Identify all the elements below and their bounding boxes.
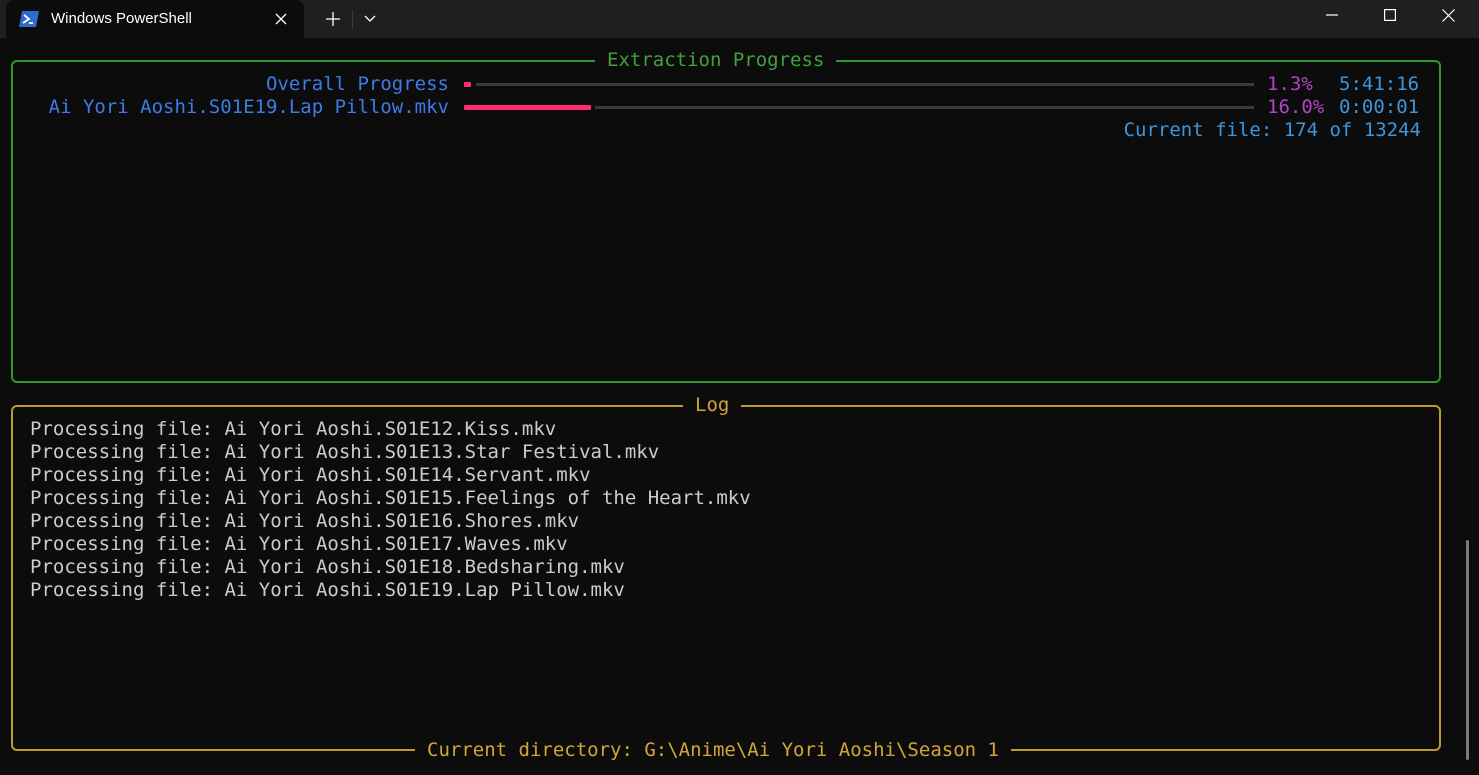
file-progress-time: 0:00:01	[1339, 96, 1420, 118]
tab-close-button[interactable]	[268, 6, 294, 32]
file-progress-percent: 16.0%	[1267, 96, 1325, 118]
current-directory: Current directory: G:\Anime\Ai Yori Aosh…	[415, 738, 1011, 762]
maximize-icon	[1384, 9, 1396, 21]
file-progress-track	[595, 106, 1254, 109]
scrollbar-thumb[interactable]	[1466, 540, 1469, 760]
tab-dropdown-button[interactable]	[356, 5, 384, 33]
overall-progress-track	[476, 83, 1254, 86]
log-panel: Log Processing file: Ai Yori Aoshi.S01E1…	[11, 393, 1441, 762]
log-list: Processing file: Ai Yori Aoshi.S01E12.Ki…	[30, 418, 751, 602]
file-progress-fill	[464, 105, 591, 110]
log-line: Processing file: Ai Yori Aoshi.S01E18.Be…	[30, 556, 625, 578]
overall-progress-label: Overall Progress	[265, 73, 449, 95]
window-close-icon	[1441, 8, 1455, 22]
log-line: Processing file: Ai Yori Aoshi.S01E14.Se…	[30, 464, 591, 486]
log-line: Processing file: Ai Yori Aoshi.S01E17.Wa…	[30, 533, 568, 555]
log-line: Processing file: Ai Yori Aoshi.S01E19.La…	[30, 579, 625, 601]
powershell-icon	[18, 9, 40, 29]
tab-separator	[352, 10, 353, 28]
overall-progress-time: 5:41:16	[1339, 73, 1420, 95]
overall-progress-fill	[464, 82, 471, 87]
log-line: Processing file: Ai Yori Aoshi.S01E13.St…	[30, 441, 660, 463]
tab-title: Windows PowerShell	[51, 10, 192, 27]
tab-windows-powershell[interactable]: Windows PowerShell	[6, 0, 304, 38]
extraction-progress-panel: Extraction Progress Overall Progress 1.3…	[11, 48, 1441, 383]
minimize-icon	[1326, 14, 1338, 16]
plus-icon	[326, 12, 340, 26]
window-close-button[interactable]	[1419, 0, 1477, 30]
file-progress-label: Ai Yori Aoshi.S01E19.Lap Pillow.mkv	[48, 96, 449, 118]
log-panel-title: Log	[683, 393, 742, 417]
log-line: Processing file: Ai Yori Aoshi.S01E12.Ki…	[30, 418, 557, 440]
log-line: Processing file: Ai Yori Aoshi.S01E15.Fe…	[30, 487, 751, 509]
log-line: Processing file: Ai Yori Aoshi.S01E16.Sh…	[30, 510, 580, 532]
overall-progress-percent: 1.3%	[1267, 73, 1313, 95]
current-file-counter: Current file: 174 of 13244	[1123, 119, 1421, 141]
maximize-button[interactable]	[1361, 0, 1419, 30]
progress-panel-title: Extraction Progress	[595, 48, 837, 72]
new-tab-button[interactable]	[318, 5, 348, 33]
minimize-button[interactable]	[1303, 0, 1361, 30]
chevron-down-icon	[364, 15, 376, 22]
title-bar: Windows PowerShell	[0, 0, 1479, 38]
close-icon	[275, 13, 287, 25]
